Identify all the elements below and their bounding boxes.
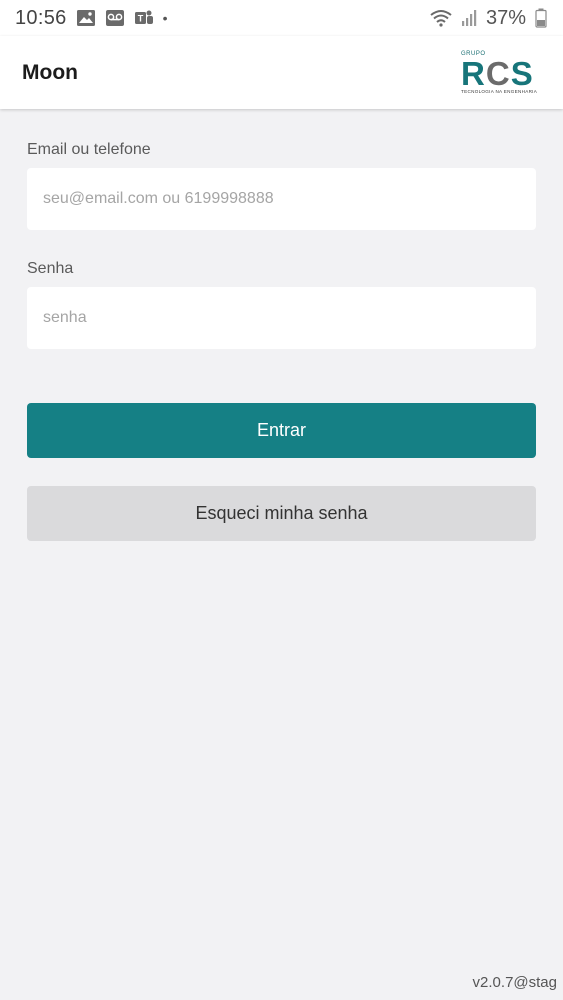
teams-icon: T xyxy=(134,10,153,24)
login-form: Email ou telefone Senha Entrar Esqueci m… xyxy=(27,109,536,541)
email-input[interactable] xyxy=(27,168,536,230)
logo-letter-c: C xyxy=(485,54,511,92)
password-label: Senha xyxy=(27,260,74,277)
status-right: 37% xyxy=(430,7,547,30)
logo-tagline: TECNOLOGIA NA ENGENHARIA xyxy=(461,88,538,94)
email-label: Email ou telefone xyxy=(27,141,151,158)
version-label: v2.0.7@stag xyxy=(472,974,557,991)
image-icon xyxy=(76,10,95,26)
login-button[interactable]: Entrar xyxy=(27,403,536,458)
logo-wordmark: RCS xyxy=(461,54,534,92)
wifi-icon xyxy=(430,10,452,27)
logo-letter-s: S xyxy=(510,54,534,92)
app-title: Moon xyxy=(22,60,78,84)
status-time: 10:56 xyxy=(15,6,67,29)
notification-dot: • xyxy=(162,10,168,26)
status-left: 10:56 T • xyxy=(15,7,167,30)
battery-percent: 37% xyxy=(485,6,526,29)
voicemail-icon xyxy=(105,10,124,26)
app-bar: Moon GRUPO RCS TECNOLOGIA NA ENGENHARIA xyxy=(0,36,563,109)
password-input[interactable] xyxy=(27,287,536,349)
battery-icon xyxy=(535,8,547,28)
svg-text:T: T xyxy=(137,14,143,24)
logo-letter-r: R xyxy=(461,54,486,92)
forgot-password-button[interactable]: Esqueci minha senha xyxy=(27,486,536,541)
signal-icon xyxy=(461,10,477,26)
status-bar: 10:56 T • 37% xyxy=(0,0,563,36)
company-logo: GRUPO RCS TECNOLOGIA NA ENGENHARIA xyxy=(461,51,543,95)
